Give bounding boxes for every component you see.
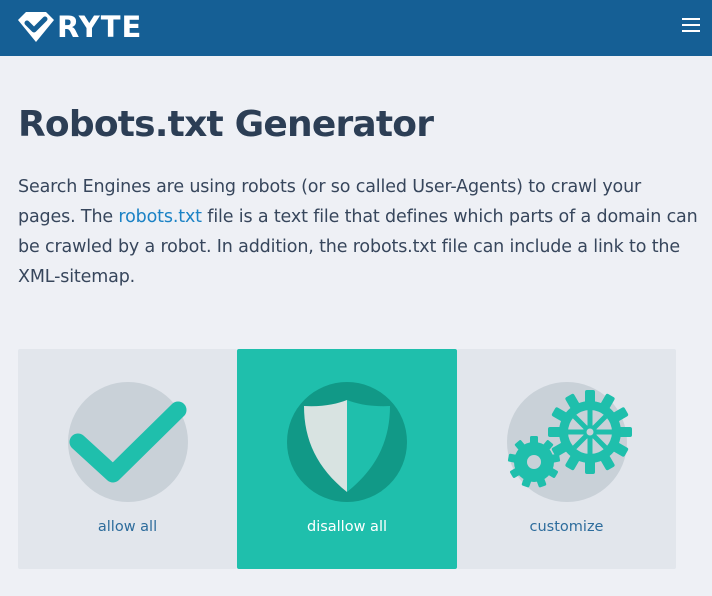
gears-icon	[507, 390, 632, 488]
top-navigation-bar: RYTE	[0, 0, 712, 56]
intro-paragraph: Search Engines are using robots (or so c…	[18, 172, 698, 292]
option-label-allow-all: allow all	[97, 519, 158, 535]
robots-txt-link[interactable]: robots.txt	[118, 207, 202, 227]
option-label-customize: customize	[529, 519, 604, 535]
ryte-logo[interactable]: RYTE	[18, 10, 142, 44]
option-customize[interactable]: customize	[457, 349, 676, 569]
hamburger-menu-icon[interactable]	[682, 18, 702, 34]
generator-options: allow all disallow all customize	[18, 349, 677, 569]
ryte-logo-icon	[18, 12, 54, 42]
option-label-disallow-all: disallow all	[306, 519, 387, 535]
shield-icon	[304, 400, 390, 492]
page-title: Robots.txt Generator	[18, 104, 434, 145]
brand-name: RYTE	[57, 10, 143, 44]
checkmark-icon	[69, 401, 186, 483]
option-disallow-all[interactable]: disallow all	[237, 349, 457, 569]
option-allow-all[interactable]: allow all	[18, 349, 237, 569]
